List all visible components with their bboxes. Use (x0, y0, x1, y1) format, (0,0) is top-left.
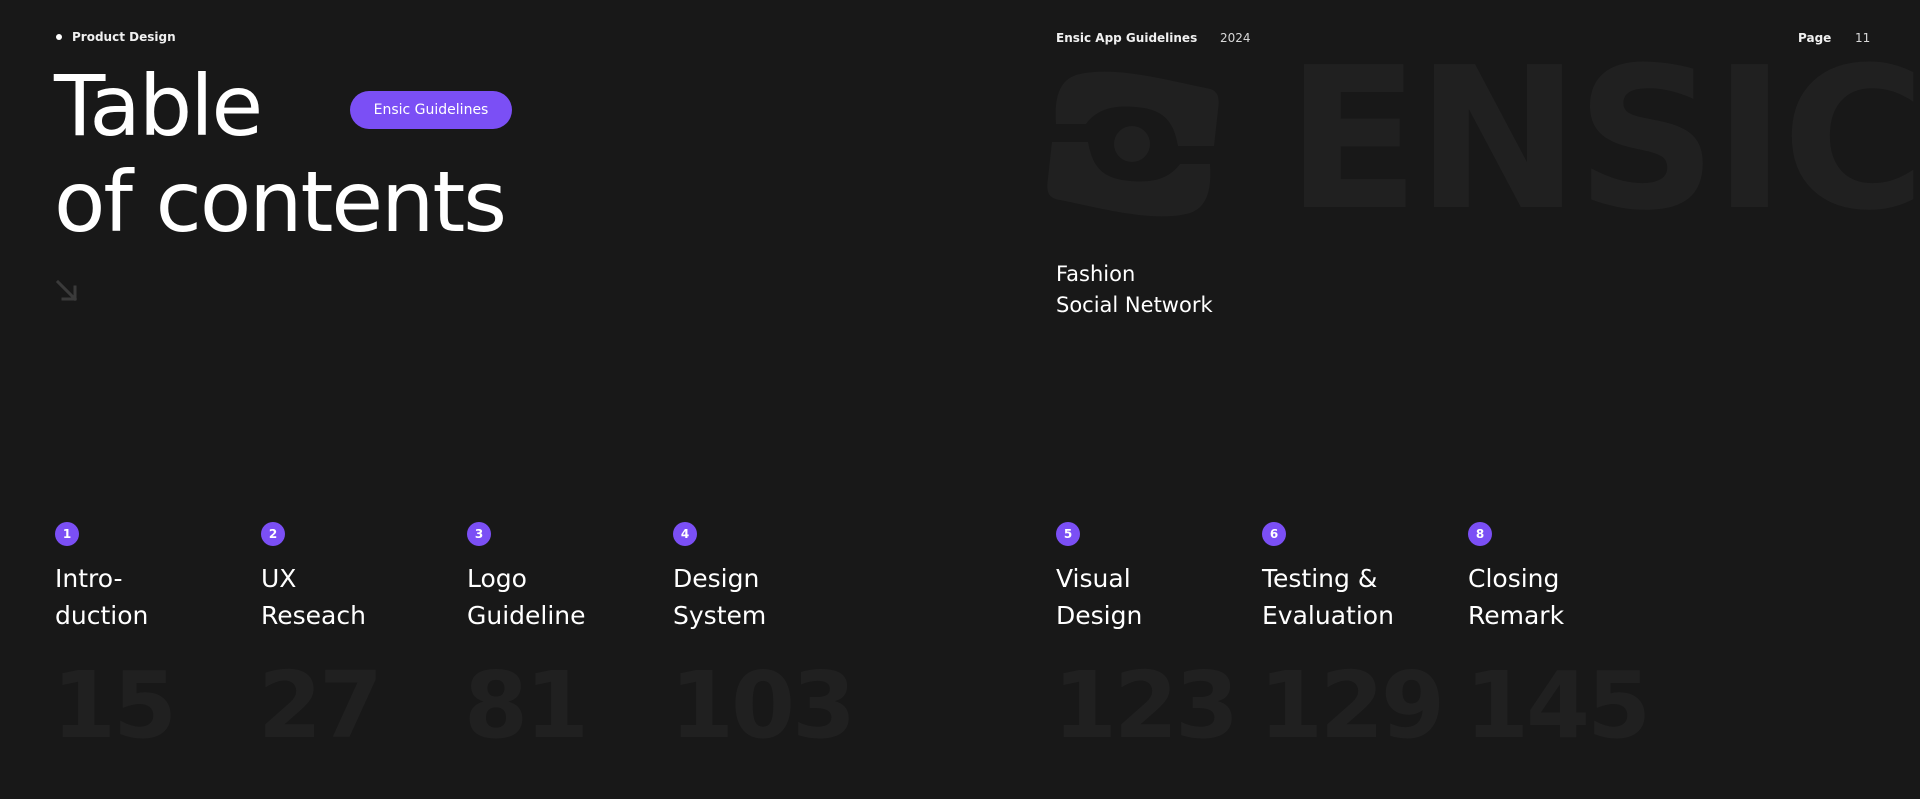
chapter-introduction[interactable]: 1 Intro- duction 15 (52, 522, 255, 756)
chapter-number-badge: 3 (467, 522, 491, 546)
topic-text: Product Design (72, 30, 176, 44)
chapter-logo-guideline[interactable]: 3 Logo Guideline 81 (464, 522, 667, 756)
chapter-number-badge: 2 (261, 522, 285, 546)
chapter-visual-design[interactable]: 5 Visual Design 123 (1053, 522, 1256, 756)
chapter-title-line2: Remark (1468, 601, 1565, 630)
chapter-title: Intro- duction (55, 560, 255, 634)
topic-label: Product Design (56, 30, 176, 44)
bullet-dot-icon (56, 34, 62, 40)
chapter-title: Logo Guideline (467, 560, 667, 634)
chapter-title-line1: UX (261, 564, 297, 593)
chapter-title-line1: Intro- (55, 564, 123, 593)
ensic-logo-mark-icon (1047, 71, 1219, 217)
chapter-title-line2: Guideline (467, 601, 586, 630)
guidelines-pill-button[interactable]: Ensic Guidelines (350, 91, 512, 129)
chapter-title: Closing Remark (1468, 560, 1668, 634)
chapter-title-line1: Logo (467, 564, 527, 593)
chapter-title: UX Reseach (261, 560, 461, 634)
chapter-title-line2: duction (55, 601, 149, 630)
chapter-testing-evaluation[interactable]: 6 Testing & Evaluation 129 (1259, 522, 1462, 756)
page-title: Table of contents (54, 58, 507, 251)
chapter-title: Design System (673, 560, 873, 634)
chapter-number-badge: 4 (673, 522, 697, 546)
brand-subtitle: Fashion Social Network (1056, 259, 1213, 321)
doc-year: 2024 (1220, 31, 1251, 45)
chapter-page-number: 103 (670, 652, 856, 759)
chapter-title-line1: Closing (1468, 564, 1560, 593)
chapter-title-line2: Design (1056, 601, 1143, 630)
chapter-number-badge: 1 (55, 522, 79, 546)
doc-name: Ensic App Guidelines (1056, 31, 1198, 45)
chapter-title: Visual Design (1056, 560, 1256, 634)
chapter-number-badge: 5 (1056, 522, 1080, 546)
chapter-closing-remark[interactable]: 8 Closing Remark 145 (1465, 522, 1668, 756)
chapter-title-line2: System (673, 601, 767, 630)
chapter-page-number: 15 (52, 652, 177, 759)
chapter-page-number: 123 (1053, 652, 1239, 759)
chapter-title-line1: Testing & (1262, 564, 1378, 593)
chapter-number-badge: 8 (1468, 522, 1492, 546)
chapter-page-number: 27 (258, 652, 383, 759)
chapter-title-line1: Visual (1056, 564, 1131, 593)
chapter-title-line2: Reseach (261, 601, 366, 630)
chapter-title: Testing & Evaluation (1262, 560, 1462, 634)
arrow-down-right-icon (55, 279, 78, 302)
chapter-ux-research[interactable]: 2 UX Reseach 27 (258, 522, 461, 756)
chapter-page-number: 145 (1465, 652, 1651, 759)
page-title-line2: of contents (54, 153, 507, 251)
subtitle-line1: Fashion (1056, 262, 1136, 286)
chapter-page-number: 81 (464, 652, 589, 759)
chapter-number-badge: 6 (1262, 522, 1286, 546)
chapter-title-line1: Design (673, 564, 760, 593)
chapter-title-line2: Evaluation (1262, 601, 1394, 630)
brand-wordmark: ENSIC (1286, 26, 1920, 254)
chapter-page-number: 129 (1259, 652, 1445, 759)
chapter-design-system[interactable]: 4 Design System 103 (670, 522, 873, 756)
subtitle-line2: Social Network (1056, 293, 1213, 317)
